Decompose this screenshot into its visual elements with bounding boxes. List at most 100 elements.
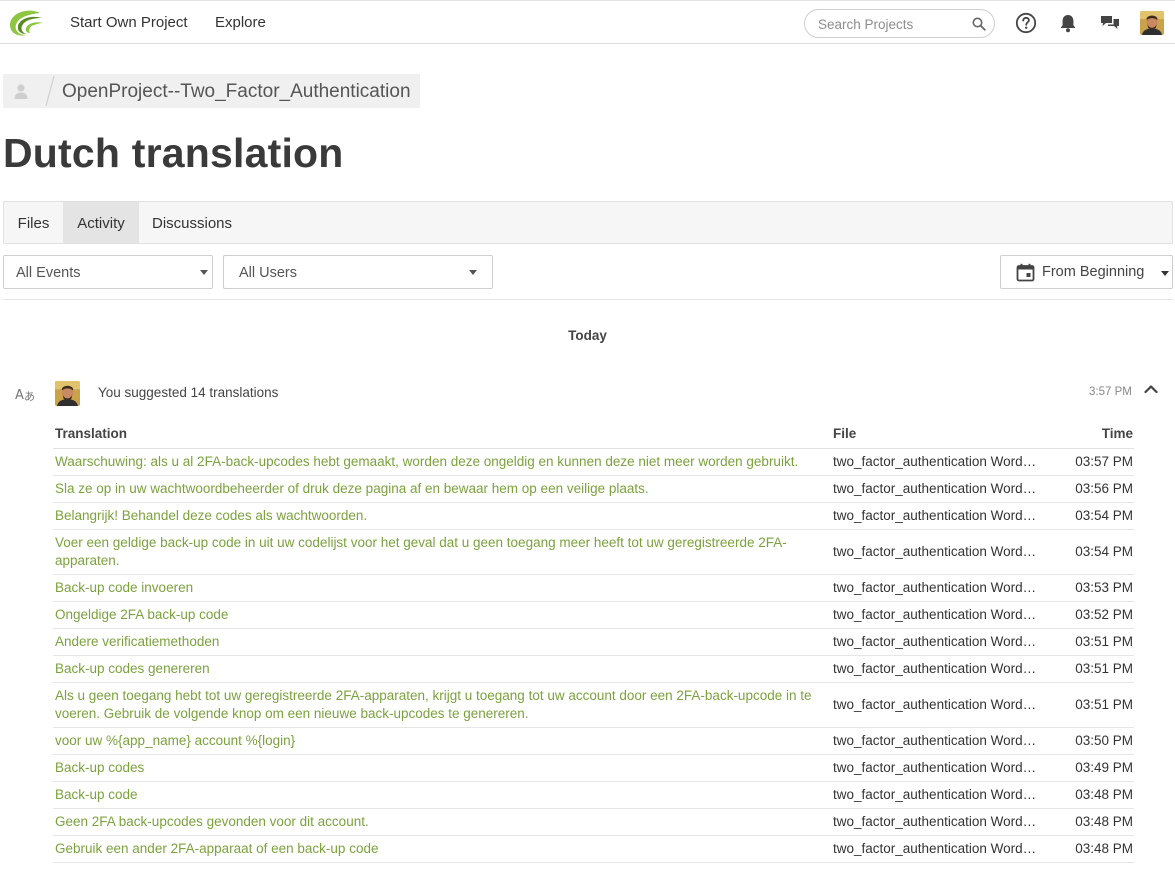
table-row: Voer een geldige back-up code in uit uw … [53, 529, 1134, 575]
time-cell: 03:51 PM [1046, 628, 1134, 656]
table-row: Back-up code invoeren two_factor_authenti… [53, 574, 1134, 602]
translation-cell: Back-up code invoeren [53, 574, 831, 602]
translation-link[interactable]: Belangrijk! Behandel deze codes als wach… [55, 508, 367, 523]
translation-link[interactable]: Als u geen toegang hebt tot uw geregistr… [55, 688, 812, 721]
breadcrumb: OpenProject--Two_Factor_Authentication [3, 74, 420, 108]
time-cell: 03:48 PM [1046, 835, 1134, 863]
column-header-translation: Translation [53, 422, 831, 449]
translation-link[interactable]: Andere verificatiemethoden [55, 634, 219, 649]
time-cell: 03:50 PM [1046, 727, 1134, 755]
time-cell: 03:54 PM [1046, 502, 1134, 530]
search-box [804, 9, 995, 38]
users-filter-value: All Users [239, 265, 298, 281]
time-cell: 03:48 PM [1046, 781, 1134, 809]
time-cell: 03:51 PM [1046, 682, 1134, 728]
table-row: Gebruik een ander 2FA-apparaat of een ba… [53, 835, 1134, 863]
top-navbar: Start Own Project Explore [0, 0, 1175, 44]
breadcrumb-project-link[interactable]: OpenProject--Two_Factor_Authentication [62, 81, 411, 103]
file-cell: two_factor_authentication Word… [831, 808, 1046, 836]
file-cell: two_factor_authentication Word… [831, 574, 1046, 602]
translation-cell: Als u geen toegang hebt tot uw geregistr… [53, 682, 831, 728]
page-title: Dutch translation [3, 130, 344, 176]
table-row: Sla ze op in uw wachtwoordbeheerder of d… [53, 475, 1134, 503]
events-filter-value: All Events [16, 265, 81, 281]
chevron-down-icon [200, 270, 208, 275]
table-row: Geen 2FA back-upcodes gevonden voor dit … [53, 808, 1134, 836]
file-cell: two_factor_authentication Word… [831, 655, 1046, 683]
chat-icon[interactable] [1099, 12, 1121, 34]
users-filter-select[interactable]: All Users [223, 255, 493, 289]
events-filter-select[interactable]: All Events [3, 255, 213, 289]
translation-link[interactable]: Sla ze op in uw wachtwoordbeheerder of d… [55, 481, 649, 496]
user-avatar[interactable] [1140, 11, 1164, 35]
svg-text:あ: あ [24, 390, 35, 403]
tab-files[interactable]: Files [4, 202, 63, 243]
file-cell: two_factor_authentication Word… [831, 628, 1046, 656]
chevron-up-icon[interactable] [1144, 384, 1158, 394]
translation-cell: Geen 2FA back-upcodes gevonden voor dit … [53, 808, 831, 836]
time-cell: 03:57 PM [1046, 448, 1134, 476]
translations-table-body: Waarschuwing: als u al 2FA-back-upcodes … [53, 448, 1134, 863]
time-cell: 03:53 PM [1046, 574, 1134, 602]
table-row: Waarschuwing: als u al 2FA-back-upcodes … [53, 448, 1134, 476]
translation-cell: Waarschuwing: als u al 2FA-back-upcodes … [53, 448, 831, 476]
nav-explore[interactable]: Explore [215, 14, 266, 31]
activity-summary: You suggested 14 translations [98, 385, 279, 400]
file-cell: two_factor_authentication Word… [831, 835, 1046, 863]
file-cell: two_factor_authentication Word… [831, 601, 1046, 629]
user-icon[interactable] [12, 82, 30, 100]
activity-user-avatar[interactable] [55, 381, 80, 406]
table-row: Back-up codes two_factor_authentication W… [53, 754, 1134, 782]
day-label: Today [568, 328, 607, 343]
translation-cell: Back-up codes genereren [53, 655, 831, 683]
tab-discussions[interactable]: Discussions [139, 202, 245, 243]
svg-text:A: A [15, 388, 24, 403]
translations-table: Translation File Time Waarschuwing: als … [53, 422, 1134, 863]
time-cell: 03:49 PM [1046, 754, 1134, 782]
date-range-button[interactable]: From Beginning [1000, 255, 1173, 289]
table-row: Back-up code two_factor_authentication Wo… [53, 781, 1134, 809]
table-row: Back-up codes genereren two_factor_authen… [53, 655, 1134, 683]
translation-cell: Back-up codes [53, 754, 831, 782]
translation-link[interactable]: Waarschuwing: als u al 2FA-back-upcodes … [55, 454, 798, 469]
table-row: Als u geen toegang hebt tot uw geregistr… [53, 682, 1134, 728]
file-cell: two_factor_authentication Word… [831, 502, 1046, 530]
help-icon[interactable] [1015, 12, 1037, 34]
translation-link[interactable]: Back-up codes [55, 760, 144, 775]
table-row: Ongeldige 2FA back-up code two_factor_aut… [53, 601, 1134, 629]
table-header-row: Translation File Time [53, 422, 1134, 449]
tab-activity[interactable]: Activity [63, 202, 139, 243]
nav-start-own-project[interactable]: Start Own Project [70, 14, 188, 31]
translation-link[interactable]: Back-up code [55, 787, 138, 802]
table-row: Andere verificatiemethoden two_factor_aut… [53, 628, 1134, 656]
search-icon[interactable] [972, 17, 986, 31]
bell-icon[interactable] [1057, 12, 1079, 34]
translation-cell: Belangrijk! Behandel deze codes als wach… [53, 502, 831, 530]
file-cell: two_factor_authentication Word… [831, 754, 1046, 782]
translation-link[interactable]: Geen 2FA back-upcodes gevonden voor dit … [55, 814, 369, 829]
file-cell: two_factor_authentication Word… [831, 682, 1046, 728]
activity-card: A あ You suggested 14 translations 3:57 P… [3, 370, 1173, 896]
breadcrumb-separator [45, 75, 55, 107]
translation-link[interactable]: voor uw %{app_name} account %{login} [55, 733, 295, 748]
time-cell: 03:56 PM [1046, 475, 1134, 503]
time-cell: 03:48 PM [1046, 808, 1134, 836]
activity-time: 3:57 PM [1089, 386, 1132, 398]
translation-cell: Ongeldige 2FA back-up code [53, 601, 831, 629]
chevron-down-icon [469, 270, 477, 275]
translation-link[interactable]: Back-up codes genereren [55, 661, 210, 676]
translation-link[interactable]: Gebruik een ander 2FA-apparaat of een ba… [55, 841, 378, 856]
time-cell: 03:51 PM [1046, 655, 1134, 683]
file-cell: two_factor_authentication Word… [831, 781, 1046, 809]
column-header-time: Time [1046, 422, 1134, 449]
file-cell: two_factor_authentication Word… [831, 727, 1046, 755]
translation-cell: voor uw %{app_name} account %{login} [53, 727, 831, 755]
translation-link[interactable]: Back-up code invoeren [55, 580, 193, 595]
translation-cell: Voer een geldige back-up code in uit uw … [53, 529, 831, 575]
time-cell: 03:54 PM [1046, 529, 1134, 575]
translation-link[interactable]: Voer een geldige back-up code in uit uw … [55, 535, 787, 568]
file-cell: two_factor_authentication Word… [831, 475, 1046, 503]
search-input[interactable] [818, 15, 968, 33]
translation-link[interactable]: Ongeldige 2FA back-up code [55, 607, 228, 622]
logo-icon[interactable] [6, 9, 44, 37]
